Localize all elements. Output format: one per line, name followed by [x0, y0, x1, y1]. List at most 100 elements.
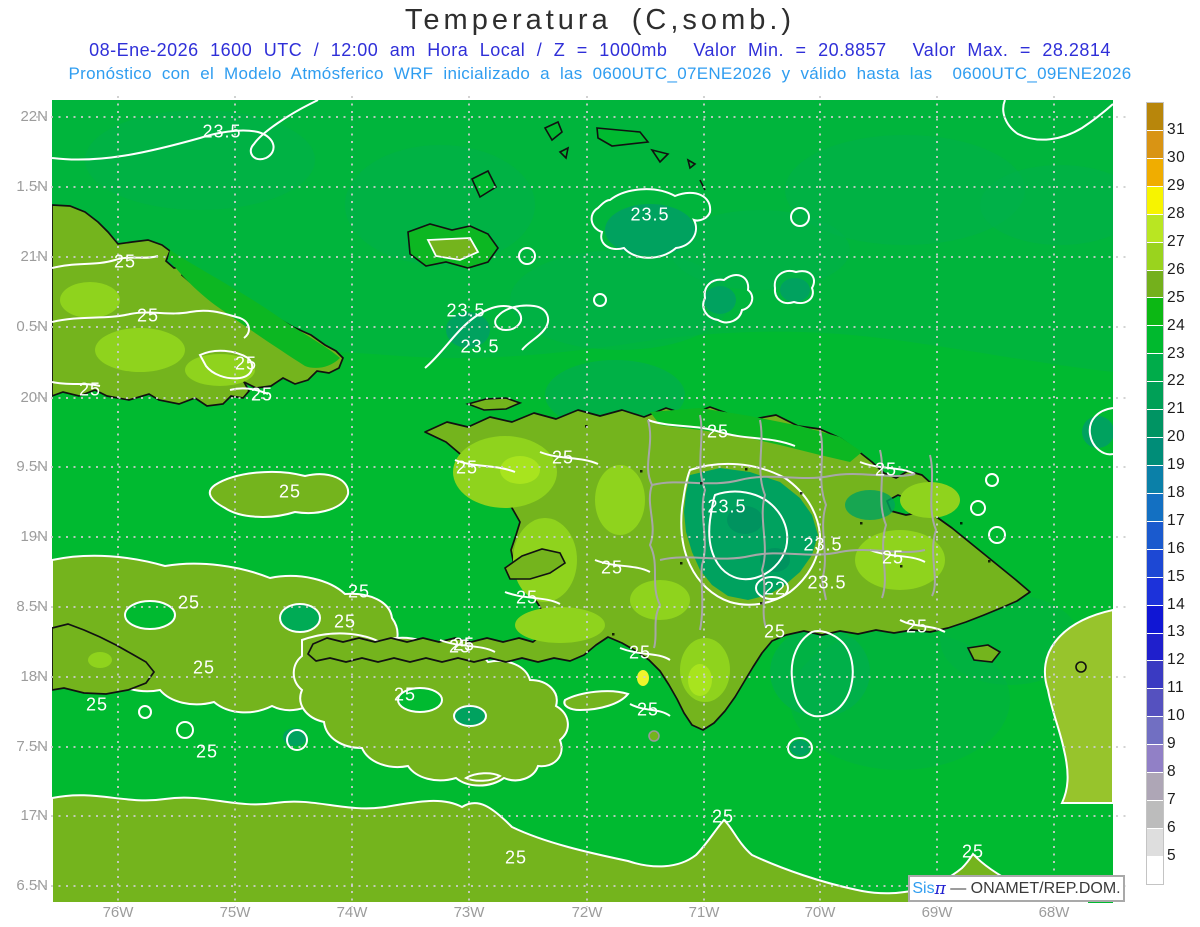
contour-label: 25	[707, 422, 729, 443]
colorbar-tick-label: 6	[1167, 819, 1176, 837]
beata-island	[649, 731, 659, 741]
jamaica-lime-patch	[88, 652, 112, 668]
colorbar-cell	[1147, 187, 1163, 215]
watermark-sis: Sis	[912, 880, 934, 898]
colorbar-cell	[1147, 271, 1163, 299]
contour-label: 25	[712, 807, 734, 828]
colorbar-cell	[1147, 578, 1163, 606]
colorbar-tick-label: 26	[1167, 261, 1185, 279]
colorbar-tick-label: 24	[1167, 317, 1185, 335]
contour-label: 25	[882, 548, 904, 569]
y-axis-label: 8.5N	[6, 598, 48, 615]
colorbar-tick-label: 29	[1167, 177, 1185, 195]
colorbar-cell	[1147, 634, 1163, 662]
colorbar-tick-label: 22	[1167, 372, 1185, 390]
contour-label: 25	[552, 448, 574, 469]
colorbar-tick-label: 27	[1167, 233, 1185, 251]
contour-label: 25	[251, 385, 273, 406]
colorbar-tick-label: 16	[1167, 540, 1185, 558]
contour-label: 25	[394, 685, 416, 706]
contour-label: 25	[764, 622, 786, 643]
colorbar-tick-label: 21	[1167, 400, 1185, 418]
colorbar-cell	[1147, 298, 1163, 326]
y-axis-label: 9.5N	[6, 458, 48, 475]
colorbar-tick-label: 18	[1167, 484, 1185, 502]
colorbar-tick-label: 13	[1167, 623, 1185, 641]
y-axis-label: 22N	[6, 108, 48, 125]
contour-label: 25	[348, 582, 370, 603]
contour-label: 25	[962, 842, 984, 863]
contour-label: 25	[906, 617, 928, 638]
colorbar-tick-label: 14	[1167, 596, 1185, 614]
y-axis-label: 21N	[6, 248, 48, 265]
colorbar-cell	[1147, 522, 1163, 550]
contour-label: 25	[505, 848, 527, 869]
colorbar-tick-label: 25	[1167, 289, 1185, 307]
contour-label: 25	[193, 658, 215, 679]
contour-label: 25	[178, 593, 200, 614]
colorbar-tick-label: 7	[1167, 791, 1176, 809]
colorbar-tick-label: 12	[1167, 651, 1185, 669]
contour-label: 25	[334, 612, 356, 633]
colorbar-tick-label: 31	[1167, 121, 1185, 139]
contour-label: 25	[86, 695, 108, 716]
colorbar-cell	[1147, 494, 1163, 522]
contour-label: 23.5	[446, 301, 485, 322]
contour-label: 23.5	[803, 535, 842, 556]
y-axis-label: 6.5N	[6, 877, 48, 894]
colorbar-cell	[1147, 326, 1163, 354]
contour-label: 25	[875, 460, 897, 481]
contour-label: 23.5	[202, 122, 241, 143]
colorbar-cell	[1147, 661, 1163, 689]
colorbar-cell	[1147, 745, 1163, 773]
colorbar-cell	[1147, 857, 1163, 884]
x-axis-label: 69W	[909, 904, 965, 921]
colorbar-tick-label: 8	[1167, 763, 1176, 781]
colorbar-cell	[1147, 354, 1163, 382]
colorbar-cell	[1147, 410, 1163, 438]
contour-label: 25	[449, 637, 471, 658]
contour-label: 25	[601, 558, 623, 579]
contour-label: 25	[629, 643, 651, 664]
contour-label: 23.5	[460, 337, 499, 358]
colorbar-tick-label: 20	[1167, 428, 1185, 446]
contour-label: 25	[516, 588, 538, 609]
colorbar-tick-label: 17	[1167, 512, 1185, 530]
y-axis-label: 1.5N	[6, 178, 48, 195]
watermark: Sisπ — ONAMET/REP.DOM.	[908, 875, 1125, 902]
colorbar-tick-label: 10	[1167, 707, 1185, 725]
colorbar-cell	[1147, 103, 1163, 131]
y-axis-label: 17N	[6, 807, 48, 824]
colorbar-cell	[1147, 131, 1163, 159]
x-axis-label: 75W	[207, 904, 263, 921]
x-axis-label: 74W	[324, 904, 380, 921]
contour-label: 22	[764, 579, 786, 600]
x-axis-label: 73W	[441, 904, 497, 921]
x-axis-label: 72W	[559, 904, 615, 921]
contour-label: 25	[235, 354, 257, 375]
colorbar-tick-label: 23	[1167, 345, 1185, 363]
colorbar-cell	[1147, 466, 1163, 494]
x-axis-label: 71W	[676, 904, 732, 921]
colorbar-cell	[1147, 215, 1163, 243]
contour-label: 25	[196, 742, 218, 763]
colorbar-cell	[1147, 829, 1163, 857]
x-axis-label: 76W	[90, 904, 146, 921]
colorbar-cell	[1147, 382, 1163, 410]
contour-label: 25	[456, 458, 478, 479]
contour-label: 23.5	[707, 497, 746, 518]
colorbar-cell	[1147, 773, 1163, 801]
colorbar-cell	[1147, 438, 1163, 466]
contour-label: 25	[79, 380, 101, 401]
y-axis-label: 18N	[6, 668, 48, 685]
watermark-pi-icon: π	[935, 879, 946, 899]
colorbar-cell	[1147, 717, 1163, 745]
contour-label: 23.5	[807, 573, 846, 594]
temperature-map	[0, 0, 1200, 927]
contour-label: 25	[279, 482, 301, 503]
colorbar-tick-label: 5	[1167, 847, 1176, 865]
contour-label: 25	[114, 252, 136, 273]
colorbar-tick-label: 28	[1167, 205, 1185, 223]
contour-label: 23.5	[630, 205, 669, 226]
colorbar-tick-label: 9	[1167, 735, 1176, 753]
